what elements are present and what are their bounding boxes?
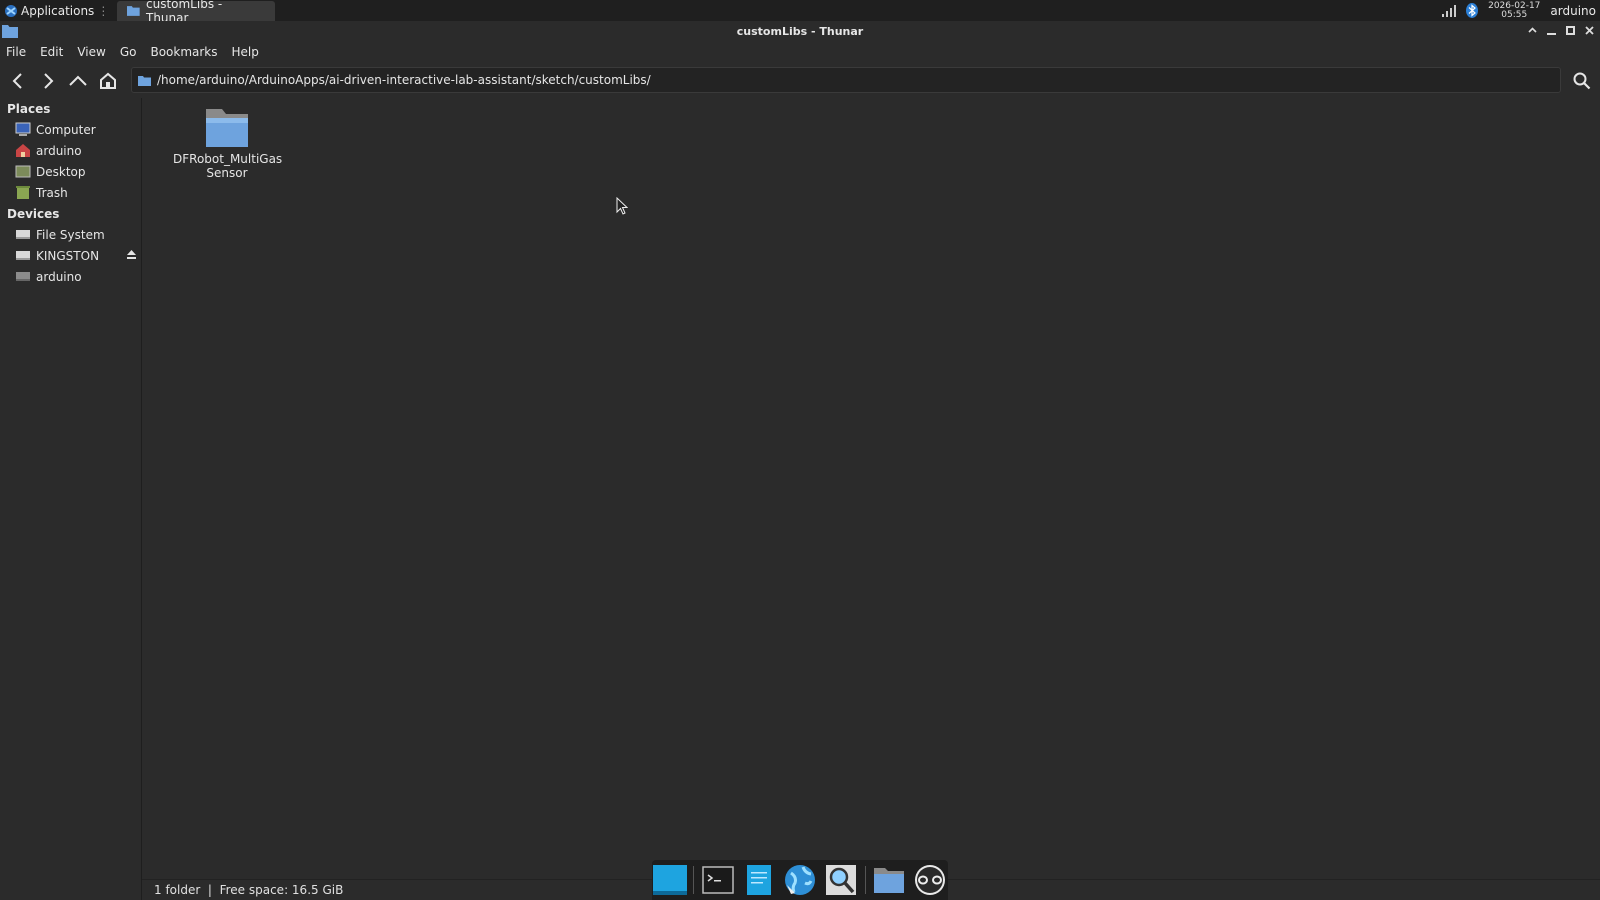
- back-button[interactable]: [3, 66, 33, 96]
- dock-file-manager[interactable]: [872, 862, 907, 898]
- sidebar-item-label: File System: [36, 227, 105, 242]
- location-path: /home/arduino/ArduinoApps/ai-driven-inte…: [157, 73, 651, 87]
- dock-separator: [864, 866, 866, 894]
- file-item-folder[interactable]: DFRobot_MultiGas Sensor: [170, 106, 284, 180]
- sidebar: Places Computer arduino Desktop Trash De…: [0, 98, 142, 900]
- drive-icon: [16, 251, 30, 260]
- menubar: File Edit View Go Bookmarks Help: [0, 42, 1600, 62]
- dock-arduino[interactable]: [913, 862, 948, 898]
- sidebar-item-label: arduino: [36, 143, 82, 158]
- window-controls: [1527, 23, 1594, 37]
- sidebar-item-label: Trash: [36, 185, 68, 200]
- home-button[interactable]: [93, 66, 123, 96]
- toolbar: /home/arduino/ArduinoApps/ai-driven-inte…: [0, 64, 1600, 98]
- dock-show-desktop[interactable]: [652, 862, 687, 898]
- file-view[interactable]: DFRobot_MultiGas Sensor: [142, 98, 1600, 879]
- menu-bookmarks[interactable]: Bookmarks: [150, 45, 224, 59]
- status-text: 1 folder | Free space: 16.5 GiB: [154, 883, 344, 897]
- menu-go[interactable]: Go: [120, 45, 144, 59]
- clock-time: 05:55: [1501, 9, 1528, 20]
- folder-icon: [206, 109, 248, 147]
- app-finder-icon: [826, 865, 857, 895]
- close-button[interactable]: [1584, 23, 1594, 37]
- sidebar-item-arduino-drive[interactable]: arduino: [0, 266, 141, 287]
- text-editor-icon: [746, 865, 771, 895]
- chevron-up-icon: [69, 75, 87, 86]
- sidebar-item-computer[interactable]: Computer: [0, 119, 141, 140]
- dock-text-editor[interactable]: [741, 862, 776, 898]
- chevron-up-icon: [1527, 27, 1537, 33]
- search-icon: [1573, 72, 1591, 90]
- clock[interactable]: 2026-02-17 05:55: [1488, 1, 1540, 20]
- sidebar-item-home[interactable]: arduino: [0, 140, 141, 161]
- maximize-icon: [1565, 25, 1575, 35]
- taskbar-window-button[interactable]: customLibs - Thunar: [117, 0, 276, 25]
- eject-icon[interactable]: [126, 249, 137, 260]
- sidebar-item-label: KINGSTON: [36, 248, 100, 263]
- network-signal-icon[interactable]: [1442, 4, 1457, 17]
- file-item-name: DFRobot_MultiGas Sensor: [173, 152, 283, 180]
- sidebar-item-trash[interactable]: Trash: [0, 182, 141, 203]
- sidebar-item-label: Computer: [36, 122, 96, 137]
- drive-icon: [16, 230, 30, 239]
- close-icon: [1584, 25, 1594, 35]
- dock-app-finder[interactable]: [824, 862, 859, 898]
- sidebar-item-label: arduino: [36, 269, 82, 284]
- window-titlebar[interactable]: customLibs - Thunar: [0, 21, 1600, 41]
- folder-icon: [127, 6, 140, 16]
- dock: [652, 860, 948, 900]
- minimize-button[interactable]: [1546, 23, 1556, 37]
- menu-file[interactable]: File: [6, 45, 33, 59]
- window-title: customLibs - Thunar: [736, 24, 864, 38]
- places-header: Places: [7, 102, 51, 116]
- chevron-right-icon: [44, 73, 54, 89]
- bluetooth-icon[interactable]: [1466, 3, 1479, 18]
- minimize-icon: [1546, 32, 1556, 35]
- sidebar-item-kingston[interactable]: KINGSTON: [0, 245, 141, 266]
- folder-icon: [138, 75, 151, 86]
- devices-header: Devices: [7, 207, 60, 221]
- shade-button[interactable]: [1527, 23, 1537, 37]
- applications-label: Applications: [21, 3, 95, 18]
- sidebar-item-desktop[interactable]: Desktop: [0, 161, 141, 182]
- user-menu[interactable]: arduino: [1550, 4, 1596, 18]
- system-tray: 2026-02-17 05:55 arduino: [1442, 0, 1600, 21]
- dock-terminal[interactable]: [700, 862, 735, 898]
- search-button[interactable]: [1567, 66, 1597, 96]
- forward-button[interactable]: [33, 66, 63, 96]
- sidebar-item-label: Desktop: [36, 164, 86, 179]
- applications-separator: ⋮: [97, 3, 110, 18]
- show-desktop-icon: [652, 865, 687, 895]
- location-bar[interactable]: /home/arduino/ArduinoApps/ai-driven-inte…: [131, 67, 1561, 93]
- maximize-button[interactable]: [1565, 23, 1575, 37]
- home-icon: [16, 144, 30, 157]
- applications-menu[interactable]: Applications ⋮: [0, 0, 113, 21]
- menu-view[interactable]: View: [77, 45, 112, 59]
- top-panel: Applications ⋮ customLibs - Thunar 2026-…: [0, 0, 1600, 25]
- drive-icon: [16, 272, 30, 281]
- menu-help[interactable]: Help: [232, 45, 266, 59]
- mouse-cursor-icon: [616, 197, 628, 215]
- applications-icon: [5, 4, 17, 17]
- home-icon: [100, 72, 116, 89]
- terminal-icon: [701, 866, 734, 894]
- dock-separator: [693, 866, 695, 894]
- dock-web-browser[interactable]: [782, 862, 817, 898]
- window-menu-icon[interactable]: [2, 24, 18, 38]
- desktop-icon: [15, 165, 31, 178]
- arduino-icon: [915, 865, 946, 895]
- parent-folder-button[interactable]: [63, 66, 93, 96]
- menu-edit[interactable]: Edit: [40, 45, 70, 59]
- chevron-left-icon: [12, 73, 22, 89]
- trash-icon: [16, 186, 30, 199]
- file-manager-icon: [874, 868, 905, 893]
- sidebar-item-file-system[interactable]: File System: [0, 224, 141, 245]
- web-browser-icon: [785, 865, 815, 895]
- computer-icon: [15, 122, 31, 136]
